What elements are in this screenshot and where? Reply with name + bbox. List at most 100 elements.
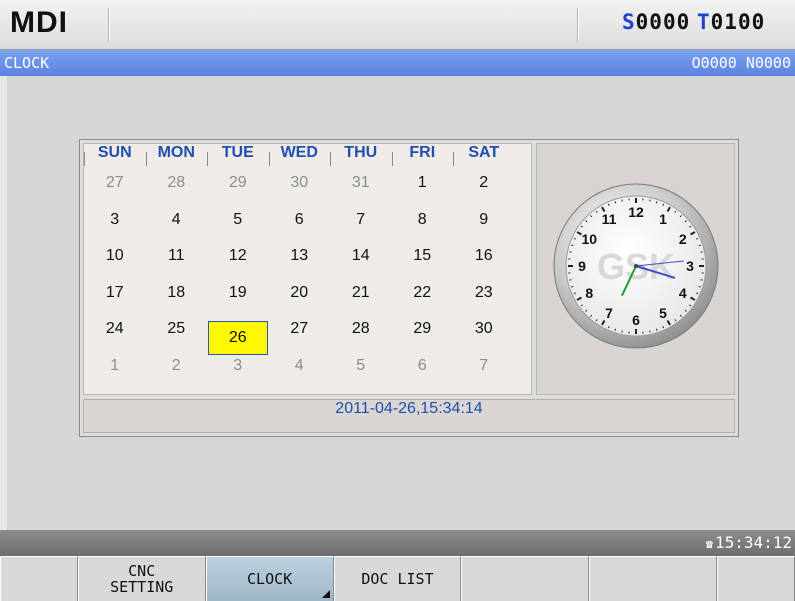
- calendar-day[interactable]: 4: [146, 211, 208, 248]
- clock-numeral-1: 1: [659, 211, 667, 227]
- clock-panel: SUN MON TUE WED THU FRI SAT 27 28 29 30 31 1 2 3 4 5 6 7 8…: [79, 139, 739, 437]
- calendar-day[interactable]: 16: [453, 247, 515, 284]
- softkey-blank[interactable]: [0, 556, 78, 601]
- calendar-day[interactable]: 6: [392, 357, 454, 394]
- calendar-week-row: 10 11 12 13 14 15 16: [84, 247, 531, 284]
- calendar-day[interactable]: 5: [207, 211, 269, 248]
- calendar-day[interactable]: 29: [207, 174, 269, 211]
- softkey-blank[interactable]: [461, 556, 590, 601]
- calendar-day[interactable]: 2: [146, 357, 208, 394]
- divider: [108, 8, 110, 42]
- calendar-day[interactable]: 30: [269, 174, 331, 211]
- calendar-day[interactable]: 8: [392, 211, 454, 248]
- day-header-mon: MON: [145, 144, 208, 174]
- top-status-bar: MDI S0000 T0100: [0, 0, 795, 50]
- calendar: SUN MON TUE WED THU FRI SAT 27 28 29 30 31 1 2 3 4 5 6 7 8…: [83, 143, 532, 395]
- calendar-day[interactable]: 10: [84, 247, 146, 284]
- calendar-day[interactable]: 29: [392, 320, 454, 357]
- clock-tick: [614, 201, 617, 204]
- calendar-day[interactable]: 4: [269, 357, 331, 394]
- clock-numeral-11: 11: [602, 211, 617, 227]
- calendar-day-today[interactable]: 26: [207, 320, 269, 357]
- calendar-day[interactable]: 6: [269, 211, 331, 248]
- calendar-week-row: 27 28 29 30 31 1 2: [84, 174, 531, 211]
- clock-tick: [571, 244, 574, 247]
- clock-numeral-9: 9: [578, 258, 586, 274]
- program-number: O0000 N0000: [691, 54, 791, 72]
- clock-numeral-12: 12: [628, 204, 644, 220]
- clock-tick: [655, 201, 658, 204]
- screen-title: CLOCK: [4, 54, 50, 72]
- calendar-day[interactable]: 11: [146, 247, 208, 284]
- clock-numeral-5: 5: [659, 305, 667, 321]
- day-header-thu: THU: [330, 144, 392, 174]
- calendar-day[interactable]: 7: [330, 211, 392, 248]
- divider: [577, 8, 579, 42]
- status-clock: ☎ 15:34:12: [705, 533, 792, 552]
- calendar-day[interactable]: 21: [330, 284, 392, 321]
- calendar-day[interactable]: 14: [330, 247, 392, 284]
- calendar-day[interactable]: 27: [269, 320, 331, 357]
- screen-title-bar: CLOCK O0000 N0000: [0, 50, 795, 76]
- calendar-week-row: 17 18 19 20 21 22 23: [84, 284, 531, 321]
- clock-numeral-7: 7: [605, 305, 613, 321]
- calendar-week-row: 1234567: [84, 357, 531, 394]
- bottom-status-bar: ☎ 15:34:12: [0, 530, 795, 556]
- analog-clock: 12 1234567891011 GSK: [553, 183, 719, 349]
- softkey-clock[interactable]: CLOCK: [205, 556, 334, 601]
- calendar-day[interactable]: 17: [84, 284, 146, 321]
- calendar-week-row: 24 25 26 27 28 29 30: [84, 320, 531, 357]
- calendar-day[interactable]: 3: [207, 357, 269, 394]
- calendar-day[interactable]: 28: [330, 320, 392, 357]
- softkey-blank[interactable]: [589, 556, 718, 601]
- calendar-grid: 27 28 29 30 31 1 2 3 4 5 6 7 8 9 10 11 12 13 14 15 16 17 18 19 2…: [84, 174, 531, 393]
- clock-numeral-6: 6: [632, 312, 640, 328]
- softkey-cnc-setting[interactable]: CNC SETTING: [77, 556, 206, 601]
- clock-tick: [571, 285, 574, 288]
- calendar-day[interactable]: 19: [207, 284, 269, 321]
- corner-triangle-icon: [321, 590, 330, 598]
- calendar-day[interactable]: 3: [84, 211, 146, 248]
- analog-clock-box: 12 1 2 3 4 5 6 7 8 9 10 11 GSK: [536, 143, 735, 395]
- calendar-day[interactable]: 1: [84, 357, 146, 394]
- connection-icon: ☎: [705, 537, 713, 551]
- calendar-day[interactable]: 22: [392, 284, 454, 321]
- spindle-speed: S0000: [622, 10, 691, 34]
- calendar-day[interactable]: 18: [146, 284, 208, 321]
- calendar-day[interactable]: 24: [84, 320, 146, 357]
- clock-numeral-10: 10: [581, 231, 597, 247]
- clock-tick: [698, 285, 701, 288]
- calendar-day[interactable]: 20: [269, 284, 331, 321]
- calendar-day[interactable]: 27: [84, 174, 146, 211]
- clock-numeral-2: 2: [679, 231, 687, 247]
- day-header-wed: WED: [268, 144, 331, 174]
- day-header-fri: FRI: [391, 144, 454, 174]
- softkey-bar: CNC SETTING CLOCK DOC LIST: [0, 556, 795, 601]
- calendar-day[interactable]: 31: [330, 174, 392, 211]
- clock-tick: [698, 244, 701, 247]
- softkey-doc-list[interactable]: DOC LIST: [333, 556, 462, 601]
- calendar-day[interactable]: 23: [453, 284, 515, 321]
- clock-tick: [655, 328, 658, 331]
- clock-numeral-8: 8: [585, 285, 593, 301]
- clock-tick: [614, 328, 617, 331]
- datetime-display: 2011-04-26,15:34:14: [83, 399, 735, 433]
- clock-numeral-4: 4: [679, 285, 687, 301]
- calendar-day[interactable]: 30: [453, 320, 515, 357]
- calendar-day[interactable]: 1: [392, 174, 454, 211]
- calendar-day[interactable]: 7: [453, 357, 515, 394]
- day-header-sat: SAT: [453, 144, 515, 174]
- calendar-day[interactable]: 5: [330, 357, 392, 394]
- calendar-day[interactable]: 13: [269, 247, 331, 284]
- day-header-tue: TUE: [207, 144, 269, 174]
- softkey-blank[interactable]: [717, 556, 795, 601]
- calendar-day[interactable]: 2: [453, 174, 515, 211]
- calendar-day[interactable]: 15: [392, 247, 454, 284]
- calendar-day[interactable]: 28: [146, 174, 208, 211]
- calendar-header: SUN MON TUE WED THU FRI SAT: [84, 144, 531, 174]
- calendar-day[interactable]: 9: [453, 211, 515, 248]
- day-header-sun: SUN: [84, 144, 146, 174]
- calendar-day[interactable]: 12: [207, 247, 269, 284]
- mode-indicator: MDI: [10, 6, 68, 39]
- calendar-day[interactable]: 25: [146, 320, 208, 357]
